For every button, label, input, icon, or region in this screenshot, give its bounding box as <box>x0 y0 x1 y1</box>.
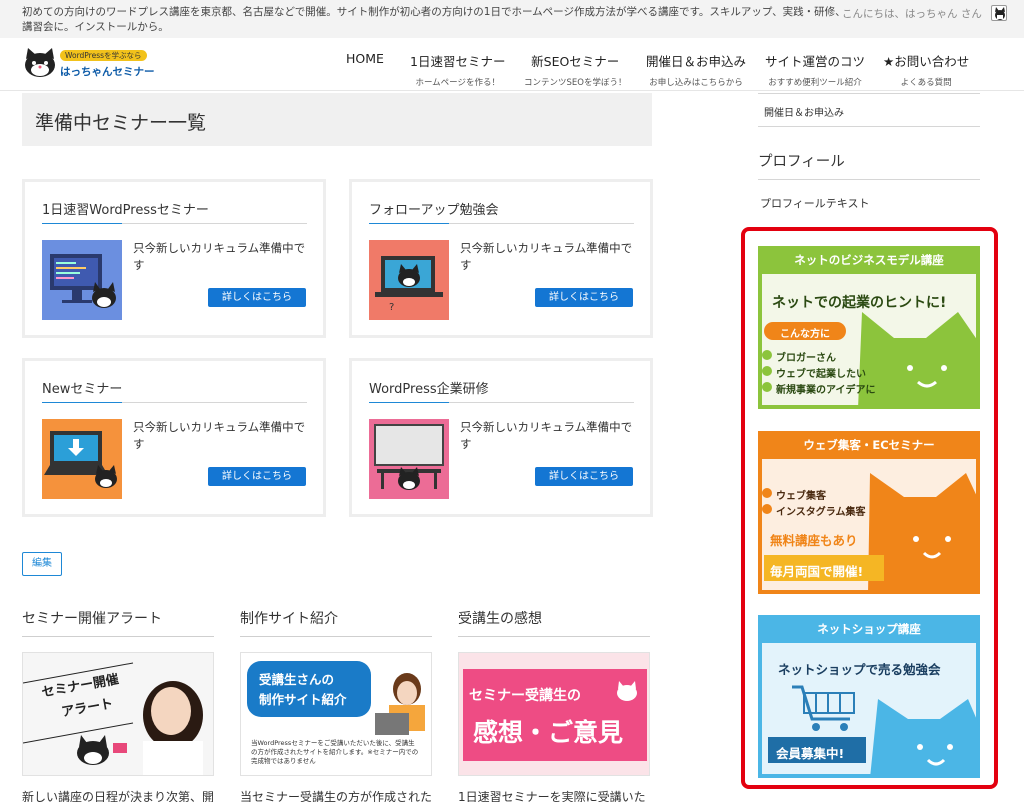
card-thumbnail[interactable]: ? <box>369 240 449 320</box>
details-button[interactable]: 詳しくはこちら <box>535 467 633 486</box>
nav-sublabel: よくある質問 <box>900 78 952 88</box>
nav-label: サイト運営のコツ <box>765 54 866 69</box>
svg-text:?: ? <box>389 302 394 313</box>
image-caption: 感想・ご意見 <box>473 718 624 747</box>
card-title: Newセミナー <box>42 382 123 397</box>
nav-seo-seminar[interactable]: 新SEOセミナー コンテンツSEOを学ぼう！ <box>524 51 626 88</box>
image-caption: セミナー受講生の <box>469 688 581 704</box>
site-description: 初めての方向けのワードプレス講座を東京都、名古屋などで開催。サイト制作が初心者の… <box>22 6 846 33</box>
seminar-alert-image[interactable]: セミナー開催 アラート <box>22 652 214 776</box>
column-text: 当セミナー受講生の方が作成された <box>240 790 433 802</box>
page-header: 準備中セミナー一覧 <box>22 93 652 146</box>
card-thumbnail[interactable] <box>42 240 122 320</box>
card-divider <box>42 223 307 224</box>
card-thumbnail[interactable] <box>42 419 122 499</box>
image-caption: 制作サイト紹介 <box>259 692 347 707</box>
image-caption: 受講生さんの <box>259 672 335 687</box>
card-title: WordPress企業研修 <box>369 382 489 397</box>
student-sites-image[interactable]: 受講生さんの 制作サイト紹介 当WordPressセミナーをご受講いただいた後に… <box>240 652 432 776</box>
nav-sublabel: おすすめ便利ツール紹介 <box>768 78 862 88</box>
nav-schedule[interactable]: 開催日＆お申込み お申し込みはこちらから <box>646 51 746 88</box>
card-title: フォローアップ勉強会 <box>369 203 499 218</box>
column-divider <box>22 636 214 637</box>
card-text: 只今新しいカリキュラム準備中です <box>460 420 633 451</box>
card-text: 只今新しいカリキュラム準備中です <box>133 420 306 451</box>
user-avatar-icon[interactable] <box>991 5 1007 21</box>
nav-sublabel: コンテンツSEOを学ぼう！ <box>524 78 627 88</box>
column-text: 1日速習セミナーを実際に受講いた <box>458 790 646 802</box>
logo-tagline: WordPressを学ぶなら <box>60 50 147 61</box>
card-divider <box>369 402 634 403</box>
edit-button[interactable]: 編集 <box>22 552 62 576</box>
seminar-card: WordPress企業研修 只今新しいカリキュラム準備中です 詳しくはこちら <box>349 358 653 517</box>
site-header: WordPressを学ぶなら はっちゃんセミナー HOME 1日速習セミナー ホ… <box>0 38 1024 91</box>
card-divider <box>369 223 634 224</box>
nav-label: 開催日＆お申込み <box>646 54 747 69</box>
column-text: 新しい講座の日程が決まり次第、開 <box>22 790 215 802</box>
nav-label: 新SEOセミナー <box>531 54 620 69</box>
sidebar-divider <box>758 179 980 180</box>
details-button[interactable]: 詳しくはこちら <box>208 288 306 307</box>
nav-label: ★お問い合わせ <box>883 54 970 69</box>
column-divider <box>458 636 650 637</box>
top-info-bar: 初めての方向けのワードプレス講座を東京都、名古屋などで開催。サイト制作が初心者の… <box>0 0 1024 38</box>
sidebar-divider <box>758 93 980 94</box>
cat-logo-icon <box>25 48 55 77</box>
user-greeting: こんにちは、はっちゃん さん <box>842 8 982 20</box>
details-button[interactable]: 詳しくはこちら <box>535 288 633 307</box>
column-title: 制作サイト紹介 <box>240 611 338 627</box>
sidebar-link-schedule[interactable]: 開催日＆お申込み <box>764 104 844 119</box>
logo-name: はっちゃんセミナー <box>60 66 155 78</box>
highlight-frame <box>741 227 998 789</box>
nav-sublabel: お申し込みはこちらから <box>649 78 743 88</box>
nav-label: 1日速習セミナー <box>410 54 506 69</box>
card-title: 1日速習WordPressセミナー <box>42 203 209 218</box>
column-divider <box>240 636 432 637</box>
column-title: セミナー開催アラート <box>22 611 162 627</box>
nav-contact[interactable]: ★お問い合わせ よくある質問 <box>883 51 969 88</box>
profile-heading: プロフィール <box>758 154 845 170</box>
nav-site-tips[interactable]: サイト運営のコツ おすすめ便利ツール紹介 <box>765 51 865 88</box>
card-text: 只今新しいカリキュラム準備中です <box>133 241 306 272</box>
seminar-card: 1日速習WordPressセミナー 只今新しいカリキュラム準備中です 詳しくはこ… <box>22 179 326 338</box>
nav-home[interactable]: HOME <box>346 51 384 66</box>
card-thumbnail[interactable] <box>369 419 449 499</box>
profile-text: プロフィールテキスト <box>760 197 870 210</box>
page-title: 準備中セミナー一覧 <box>35 112 207 134</box>
nav-sublabel: ホームページを作る！ <box>415 78 501 88</box>
card-divider <box>42 402 307 403</box>
site-logo[interactable]: WordPressを学ぶなら はっちゃんセミナー <box>22 47 155 83</box>
nav-label: HOME <box>346 51 384 66</box>
student-feedback-image[interactable]: セミナー受講生の 感想・ご意見 <box>458 652 650 776</box>
seminar-card: Newセミナー 只今新しいカリキュラム準備中です 詳しくはこちら <box>22 358 326 517</box>
details-button[interactable]: 詳しくはこちら <box>208 467 306 486</box>
column-title: 受講生の感想 <box>458 611 542 627</box>
card-text: 只今新しいカリキュラム準備中です <box>460 241 633 272</box>
image-small-text: 当WordPressセミナーをご受講いただいた後に、受講生の方が作成されたサイト… <box>251 739 419 765</box>
sidebar-divider <box>758 126 980 127</box>
seminar-card: フォローアップ勉強会 ? 只今新しいカリキュラム準備中です 詳しくはこちら <box>349 179 653 338</box>
nav-1day-seminar[interactable]: 1日速習セミナー ホームページを作る！ <box>410 51 505 88</box>
